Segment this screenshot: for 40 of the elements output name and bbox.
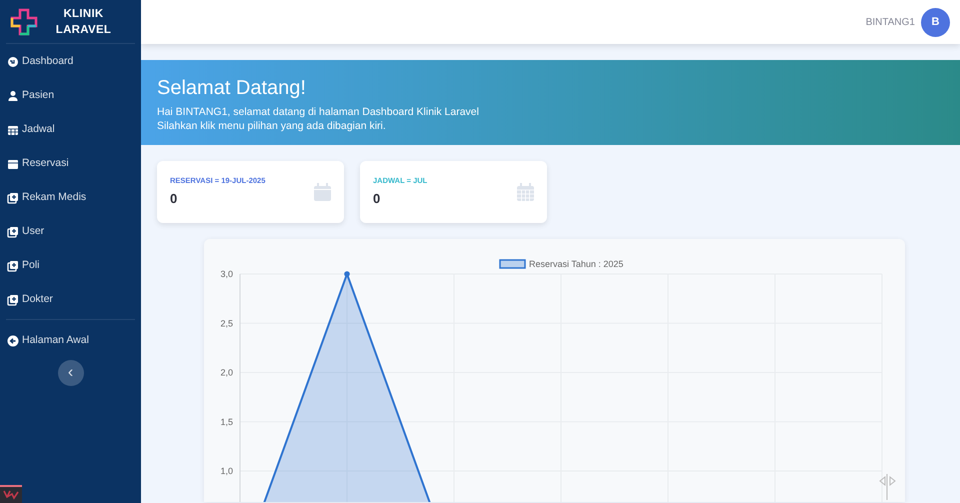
calendar-icon xyxy=(7,124,19,136)
cross-logo-icon xyxy=(10,8,38,36)
y-tick-label: 2,0 xyxy=(220,368,233,378)
y-tick-label: 1,0 xyxy=(220,466,233,476)
data-point xyxy=(344,271,350,277)
user-name[interactable]: BINTANG1 xyxy=(866,14,915,30)
back-arrow-icon xyxy=(7,335,19,347)
sidebar-item[interactable]: Reservasi xyxy=(0,147,141,181)
banner-text: Silahkan klik menu pilihan yang ada dibagian kiri. xyxy=(157,119,387,133)
y-tick-label: 3,0 xyxy=(220,269,233,279)
legend-label[interactable]: Reservasi Tahun : 2025 xyxy=(529,259,624,269)
laravel-icon xyxy=(0,485,22,503)
calendar-icon xyxy=(517,183,534,201)
sidebar-item[interactable]: Pasien xyxy=(0,79,141,113)
y-tick-label: 1,5 xyxy=(220,416,233,427)
banner-text: Hai BINTANG1, selamat datang di halaman Dashboard Klinik Laravel xyxy=(157,105,480,119)
stacked-squares-icon xyxy=(7,226,19,238)
sidebar-item[interactable]: Dashboard xyxy=(0,45,141,79)
user-icon xyxy=(7,90,19,102)
banner-title: Selamat Datang! xyxy=(157,76,307,101)
sidebar-item[interactable]: Halaman Awal xyxy=(0,324,141,358)
stat-value: 0 xyxy=(170,190,178,208)
sidebar-toggle-button[interactable]: ‹ xyxy=(58,360,84,386)
sidebar-item[interactable]: Rekam Medis xyxy=(0,181,141,215)
calendar-icon xyxy=(7,158,19,170)
stacked-squares-icon xyxy=(7,192,19,204)
sidebar-item[interactable]: Dokter xyxy=(0,283,141,317)
user-avatar[interactable]: B xyxy=(921,8,950,36)
stat-value: 0 xyxy=(373,190,382,208)
sidebar-item[interactable]: Poli xyxy=(0,249,141,283)
y-tick-label: 2,5 xyxy=(220,318,233,328)
brand-name: LARAVEL xyxy=(54,22,112,38)
resize-handle-icon[interactable] xyxy=(879,474,896,500)
sidebar-item[interactable]: User xyxy=(0,215,141,249)
legend-swatch xyxy=(499,259,526,269)
stacked-squares-icon xyxy=(7,260,19,272)
sidebar-item[interactable]: Jadwal xyxy=(0,113,141,147)
stacked-squares-icon xyxy=(7,294,19,306)
calendar-icon xyxy=(314,183,331,201)
brand-name: KLINIK xyxy=(62,6,105,22)
